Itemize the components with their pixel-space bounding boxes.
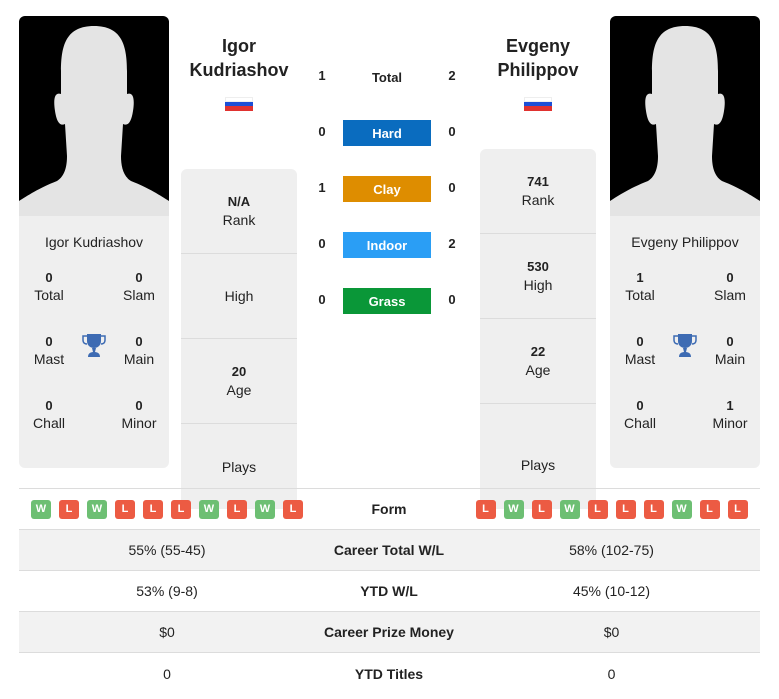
row-label: Career Total W/L	[333, 542, 445, 558]
h2h-indoor-row: 0 Indoor 2	[310, 232, 470, 258]
russia-flag-icon	[225, 97, 253, 111]
player1-stats: N/A Rank High 20 Age Plays	[181, 169, 297, 509]
form-loss-badge[interactable]: L	[699, 499, 720, 519]
player2-value: 58% (102-75)	[569, 542, 654, 558]
form-loss-badge[interactable]: L	[143, 499, 163, 519]
player2-photo[interactable]	[610, 16, 760, 216]
player1-card: Igor Kudriashov 0 Total 0 Slam 0 Mast 0 …	[19, 16, 169, 468]
form-loss-badge[interactable]: L	[115, 499, 135, 519]
player1-titles-minor: 0 Minor	[121, 398, 157, 431]
h2h-total-row: 1 Total 2	[318, 68, 456, 85]
form-loss-badge[interactable]: L	[643, 499, 664, 519]
player2-titles-mast: 0 Mast	[624, 334, 656, 367]
h2h-grass-row: 0 Grass 0	[310, 288, 470, 314]
table-row: 55% (55-45) Career Total W/L 58% (102-75…	[19, 530, 760, 571]
player2-age: 22 Age	[480, 319, 596, 404]
form-loss-badge[interactable]: L	[615, 499, 636, 519]
trophy-icon	[82, 332, 106, 358]
player1-titles-total: 0 Total	[34, 270, 64, 303]
form-win-badge[interactable]: W	[87, 499, 107, 519]
row-label: YTD W/L	[360, 583, 418, 599]
player1-titles-slam: 0 Slam	[123, 270, 155, 303]
surface-hard-badge[interactable]: Hard	[343, 120, 431, 146]
form-win-badge[interactable]: W	[671, 499, 692, 519]
surface-indoor-badge[interactable]: Indoor	[343, 232, 431, 258]
player2-form: LWLWLLLWLL	[463, 499, 760, 519]
player2-rank: 741 Rank	[480, 149, 596, 234]
table-row: 53% (9-8) YTD W/L 45% (10-12)	[19, 571, 760, 612]
form-loss-badge[interactable]: L	[59, 499, 79, 519]
row-label: Form	[371, 501, 407, 517]
h2h-hard-row: 0 Hard 0	[310, 120, 470, 146]
player2-titles: 1 Total 0 Slam 0 Mast 0 Main 0 Chall 1 M…	[610, 266, 760, 466]
player2-titles-chall: 0 Chall	[624, 398, 656, 431]
form-row: WLWLLLWLWL Form LWLWLLLWLL	[19, 489, 760, 530]
silhouette-icon	[19, 26, 169, 216]
russia-flag-icon	[524, 97, 552, 111]
surface-grass-badge[interactable]: Grass	[343, 288, 431, 314]
player2-titles-total: 1 Total	[625, 270, 655, 303]
player1-titles-main: 0 Main	[123, 334, 155, 367]
player2-high: 530 High	[480, 234, 596, 319]
row-label: YTD Titles	[354, 665, 424, 682]
player2-value: $0	[603, 624, 620, 640]
form-win-badge[interactable]: W	[31, 499, 51, 519]
player2-titles-minor: 1 Minor	[712, 398, 748, 431]
form-loss-badge[interactable]: L	[475, 499, 496, 519]
player1-titles-chall: 0 Chall	[33, 398, 65, 431]
form-loss-badge[interactable]: L	[531, 499, 552, 519]
table-row: $0 Career Prize Money $0	[19, 612, 760, 653]
player2-full-name: Evgeny Philippov	[631, 234, 739, 250]
player1-full-name: Igor Kudriashov	[44, 234, 144, 250]
player1-age: 20 Age	[181, 339, 297, 424]
player2-name[interactable]: Evgeny Philippov	[478, 34, 598, 82]
row-label: Career Prize Money	[324, 624, 454, 640]
player2-titles-slam: 0 Slam	[714, 270, 746, 303]
player1-form: WLWLLLWLWL	[19, 499, 315, 519]
form-win-badge[interactable]: W	[559, 499, 580, 519]
h2h-clay-row: 1 Clay 0	[310, 176, 470, 202]
player1-high: High	[181, 254, 297, 339]
player1-titles-mast: 0 Mast	[33, 334, 65, 367]
player2-stats: 741 Rank 530 High 22 Age Plays	[480, 149, 596, 509]
player2-value: 0	[607, 665, 616, 682]
form-win-badge[interactable]: W	[255, 499, 275, 519]
player1-rank: N/A Rank	[181, 169, 297, 254]
player1-value: 53% (9-8)	[136, 583, 198, 599]
form-loss-badge[interactable]: L	[171, 499, 191, 519]
player1-value: 55% (55-45)	[128, 542, 206, 558]
comparison-table: WLWLLLWLWL Form LWLWLLLWLL 55% (55-45) C…	[19, 488, 760, 694]
surface-clay-badge[interactable]: Clay	[343, 176, 431, 202]
form-loss-badge[interactable]: L	[587, 499, 608, 519]
player1-value: $0	[159, 624, 175, 640]
player2-value: 45% (10-12)	[572, 583, 651, 599]
form-loss-badge[interactable]: L	[283, 499, 303, 519]
player2-titles-main: 0 Main	[714, 334, 746, 367]
table-row: 0 YTD Titles 0	[19, 653, 760, 694]
player1-name[interactable]: Igor Kudriashov	[179, 34, 299, 82]
player1-photo[interactable]	[19, 16, 169, 216]
form-win-badge[interactable]: W	[199, 499, 219, 519]
player1-titles: 0 Total 0 Slam 0 Mast 0 Main 0 Chall 0 M…	[19, 266, 169, 466]
trophy-icon	[673, 332, 697, 358]
silhouette-icon	[610, 26, 760, 216]
player1-value: 0	[163, 665, 171, 682]
form-loss-badge[interactable]: L	[727, 499, 748, 519]
player2-card: Evgeny Philippov 1 Total 0 Slam 0 Mast 0…	[610, 16, 760, 468]
form-loss-badge[interactable]: L	[227, 499, 247, 519]
form-win-badge[interactable]: W	[503, 499, 524, 519]
